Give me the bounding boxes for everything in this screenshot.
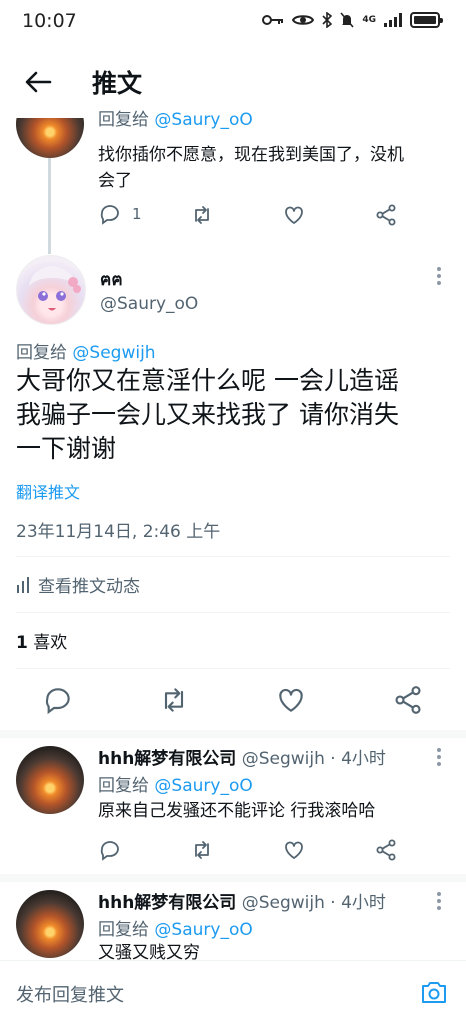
reply-time: · 4小时 bbox=[330, 893, 386, 913]
back-arrow-icon[interactable] bbox=[22, 66, 54, 98]
divider bbox=[16, 612, 450, 613]
anime-face bbox=[29, 266, 81, 311]
tweet-activity-link[interactable]: 查看推文动态 bbox=[16, 572, 140, 597]
translate-link[interactable]: 翻译推文 bbox=[16, 479, 80, 503]
main-reply-context: 回复给 @Segwijh bbox=[16, 338, 156, 363]
mute-icon bbox=[340, 12, 354, 28]
reply-context: 回复给 @Saury_oO bbox=[98, 771, 253, 796]
reply-header: hhh解梦有限公司 @Segwijh · 4小时 bbox=[98, 744, 386, 769]
parent-text-line1: 找你插你不愿意，现在我到美国了，没机 bbox=[98, 145, 404, 165]
signal-icon bbox=[384, 13, 402, 27]
like-icon[interactable] bbox=[282, 203, 306, 227]
reply-to-link[interactable]: @Saury_oO bbox=[154, 920, 252, 940]
main-text-line2: 我骗子一会儿又来找我了 请你消失 bbox=[16, 400, 399, 429]
reply-to-link[interactable]: @Segwijh bbox=[72, 343, 155, 363]
share-icon[interactable] bbox=[392, 684, 424, 716]
reply-label: 回复给 bbox=[98, 920, 149, 940]
reply-to-link[interactable]: @Saury_oO bbox=[154, 776, 252, 796]
reply-label: 回复给 bbox=[98, 776, 149, 796]
parent-tweet-text: 找你插你不愿意，现在我到美国了，没机 会了 bbox=[98, 142, 404, 194]
reply-header: hhh解梦有限公司 @Segwijh · 4小时 bbox=[98, 888, 386, 913]
share-icon[interactable] bbox=[374, 838, 398, 862]
handle[interactable]: @Saury_oO bbox=[100, 294, 198, 314]
handle[interactable]: @Segwijh bbox=[242, 749, 325, 769]
section-separator bbox=[0, 730, 466, 738]
avatar[interactable] bbox=[16, 746, 84, 814]
bluetooth-icon bbox=[322, 12, 333, 28]
retweet-icon[interactable] bbox=[190, 203, 214, 227]
reply-text: 又骚又贱又穷 bbox=[98, 943, 200, 960]
main-tweet-text: 大哥你又在意淫什么呢 一会儿造谣 我骗子一会儿又来找我了 请你消失 一下谢谢 bbox=[16, 364, 399, 466]
main-actions bbox=[42, 684, 424, 718]
avatar[interactable] bbox=[16, 255, 86, 325]
reply-icon[interactable] bbox=[98, 838, 122, 862]
display-name[interactable]: ฅฅ bbox=[100, 266, 123, 293]
like-icon[interactable] bbox=[275, 684, 307, 716]
reply-context: 回复给 @Saury_oO bbox=[98, 915, 253, 940]
activity-label: 查看推文动态 bbox=[38, 577, 140, 597]
compose-bar: 发布回复推文 bbox=[0, 960, 466, 1024]
reply-icon[interactable] bbox=[42, 684, 74, 716]
display-name[interactable]: hhh解梦有限公司 bbox=[98, 893, 236, 913]
key-icon bbox=[262, 15, 284, 25]
reply-time: · 4小时 bbox=[330, 749, 386, 769]
reply-actions bbox=[98, 838, 398, 864]
analytics-icon bbox=[17, 576, 29, 593]
likes-count: 1 bbox=[16, 633, 28, 653]
main-text-line1: 大哥你又在意淫什么呢 一会儿造谣 bbox=[16, 366, 399, 395]
reply-text: 原来自己发骚还不能评论 行我滚哈哈 bbox=[98, 801, 376, 821]
divider bbox=[16, 556, 450, 557]
retweet-icon[interactable] bbox=[158, 684, 190, 716]
reply-count: 1 bbox=[132, 205, 142, 223]
parent-text-line2: 会了 bbox=[98, 171, 132, 191]
retweet-icon[interactable] bbox=[190, 838, 214, 862]
timestamp: 23年11月14日, 2:46 上午 bbox=[16, 522, 221, 542]
more-icon[interactable] bbox=[436, 889, 442, 913]
parent-actions: 1 bbox=[98, 202, 398, 228]
reply-label: 回复给 bbox=[98, 110, 149, 129]
avatar[interactable] bbox=[16, 118, 84, 158]
handle[interactable]: @Segwijh bbox=[242, 893, 325, 913]
like-icon[interactable] bbox=[282, 838, 306, 862]
camera-icon[interactable] bbox=[420, 979, 448, 1005]
avatar[interactable] bbox=[16, 890, 84, 958]
share-icon[interactable] bbox=[374, 203, 398, 227]
battery-icon bbox=[410, 12, 443, 28]
page-title: 推文 bbox=[92, 69, 143, 98]
likes-label: 喜欢 bbox=[33, 633, 68, 653]
reply-button[interactable]: 1 bbox=[98, 202, 142, 226]
more-icon[interactable] bbox=[436, 745, 442, 769]
thread-line bbox=[48, 158, 51, 254]
section-separator bbox=[0, 874, 466, 882]
likes-summary[interactable]: 1 喜欢 bbox=[16, 628, 67, 653]
parent-reply-context: 回复给 @Saury_oO bbox=[98, 107, 253, 129]
reply-label: 回复给 bbox=[16, 343, 67, 363]
main-text-line3: 一下谢谢 bbox=[16, 434, 117, 463]
eye-icon bbox=[292, 15, 315, 25]
status-time: 10:07 bbox=[22, 10, 77, 32]
more-icon[interactable] bbox=[436, 264, 442, 288]
compose-input[interactable]: 发布回复推文 bbox=[16, 981, 124, 1007]
reply-icon bbox=[100, 205, 119, 225]
network-label: 4G bbox=[362, 15, 376, 25]
reply-to-link[interactable]: @Saury_oO bbox=[154, 110, 252, 129]
divider bbox=[16, 668, 450, 669]
status-icons: 4G bbox=[262, 12, 443, 28]
display-name[interactable]: hhh解梦有限公司 bbox=[98, 749, 236, 769]
